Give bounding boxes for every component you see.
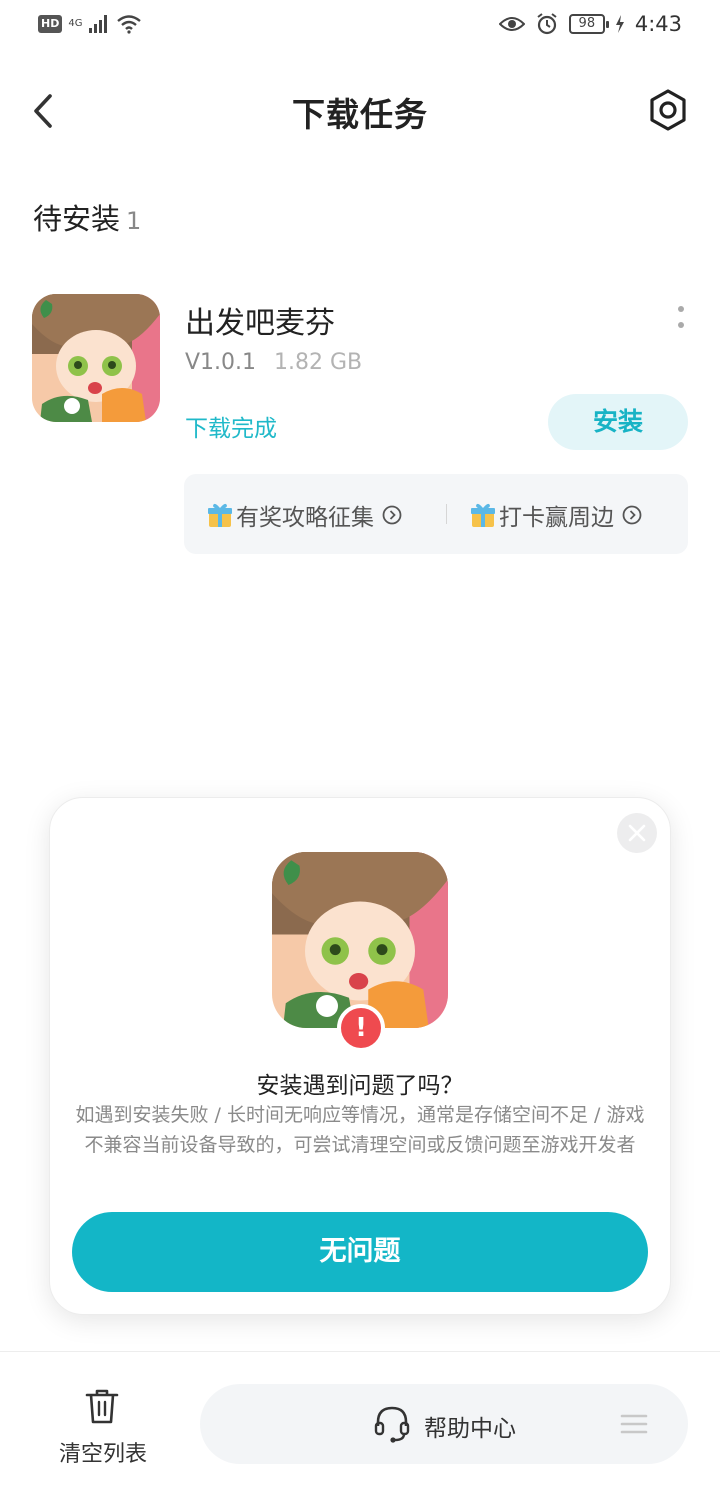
- app-version: V1.0.1: [185, 350, 257, 375]
- section-count: 1: [126, 207, 142, 235]
- no-problem-button[interactable]: 无问题: [72, 1212, 648, 1292]
- eye-icon: [498, 17, 525, 31]
- status-bar: HD 4G 98 4:43: [0, 0, 720, 56]
- close-button[interactable]: [617, 813, 657, 853]
- promo-checkin-label: 打卡赢周边: [499, 505, 614, 531]
- more-vertical-icon: [678, 306, 684, 328]
- menu-icon[interactable]: [620, 1412, 648, 1436]
- promo-divider: [446, 504, 447, 524]
- hexagon-gear-icon: [650, 89, 686, 131]
- close-icon: [628, 824, 646, 842]
- section-title: 待安装 1: [33, 196, 141, 238]
- install-problem-dialog: ! 安装遇到问题了吗？ 如遇到安装失败 / 长时间无响应等情况，通常是存储空间不…: [49, 797, 671, 1315]
- gift-icon: [471, 503, 495, 527]
- download-status: 下载完成: [185, 416, 277, 442]
- chevron-circle-icon: [622, 505, 642, 525]
- game-character-icon: [32, 294, 160, 422]
- dialog-app-icon: [272, 852, 448, 1028]
- clear-list-button[interactable]: 清空列表: [44, 1384, 162, 1470]
- status-right: 98 4:43: [498, 12, 682, 36]
- clock-time: 4:43: [634, 12, 682, 36]
- hd-badge: HD: [38, 15, 63, 33]
- header-bar: 下载任务: [0, 68, 720, 154]
- clear-list-label: 清空列表: [58, 1442, 147, 1467]
- app-meta: V1.0.1 1.82 GB: [185, 350, 362, 375]
- charging-icon: [615, 15, 624, 33]
- battery-indicator: 98: [568, 14, 609, 34]
- section-title-label: 待安装: [33, 202, 121, 236]
- trash-icon: [85, 1389, 119, 1424]
- app-icon[interactable]: [32, 294, 160, 422]
- more-options-button[interactable]: [670, 304, 692, 334]
- headset-icon: [374, 1406, 410, 1443]
- app-size: 1.82 GB: [274, 350, 363, 375]
- error-badge: !: [337, 1004, 385, 1052]
- promo-bar: 有奖攻略征集 打卡赢周边: [184, 474, 688, 554]
- settings-button[interactable]: [646, 86, 690, 134]
- dialog-title: 安装遇到问题了吗？: [256, 1073, 464, 1099]
- network-label: 4G: [68, 18, 83, 29]
- bottom-divider: [0, 1351, 720, 1352]
- dialog-description: 如遇到安装失败 / 长时间无响应等情况，通常是存储空间不足 / 游戏不兼容当前设…: [75, 1104, 645, 1156]
- promo-checkin-reward[interactable]: 打卡赢周边: [469, 498, 642, 532]
- wifi-icon: [117, 15, 142, 34]
- page-title: 下载任务: [292, 95, 428, 134]
- gift-icon: [208, 503, 232, 527]
- game-character-icon: [272, 852, 448, 1028]
- install-button[interactable]: 安装: [548, 394, 688, 450]
- app-name: 出发吧麦芬: [185, 306, 335, 341]
- promo-guide-contest[interactable]: 有奖攻略征集: [206, 498, 406, 532]
- promo-guide-label: 有奖攻略征集: [236, 505, 374, 531]
- status-left: HD 4G: [38, 14, 142, 34]
- alarm-icon: [537, 13, 557, 35]
- signal-icon: [89, 15, 108, 33]
- help-center-button[interactable]: 帮助中心: [200, 1384, 688, 1464]
- help-center-label: 帮助中心: [424, 1416, 516, 1442]
- chevron-circle-icon: [382, 505, 402, 525]
